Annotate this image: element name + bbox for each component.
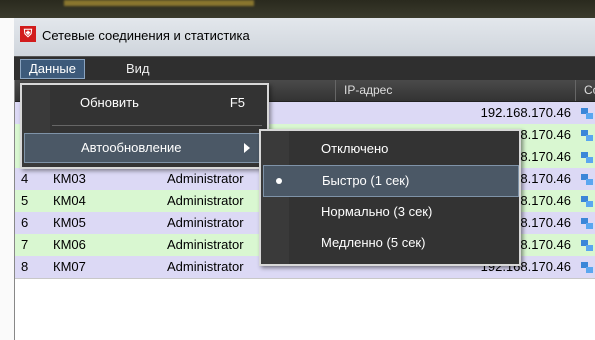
row-number: 4 xyxy=(21,171,29,186)
connection-icon xyxy=(581,218,593,229)
submenu-arrow-icon xyxy=(244,143,250,153)
row-computer-name: КМ06 xyxy=(53,237,86,252)
row-user: Administrator xyxy=(167,215,244,230)
menu-item-refresh-label: Обновить xyxy=(80,95,139,110)
app-icon: ⛨ xyxy=(20,26,36,42)
row-computer-name: КМ07 xyxy=(53,259,86,274)
column-header-connection[interactable]: Со xyxy=(575,80,595,101)
column-header-ip[interactable]: IP-адрес xyxy=(335,80,580,101)
submenu-item-off-label: Отключено xyxy=(321,141,389,156)
submenu-item-fast[interactable]: Быстро (1 сек) xyxy=(263,165,519,197)
menu-view[interactable]: Вид xyxy=(118,59,158,79)
row-number: 8 xyxy=(21,259,29,274)
menu-separator xyxy=(52,125,262,126)
menu-data[interactable]: Данные xyxy=(20,59,85,79)
menu-item-autoupdate-label: Автообновление xyxy=(81,140,182,155)
menu-item-refresh[interactable]: Обновить F5 xyxy=(22,89,267,117)
connection-icon xyxy=(581,240,593,251)
data-menu-dropdown: Обновить F5 Автообновление xyxy=(20,83,269,169)
menubar: Данные Вид xyxy=(14,56,595,81)
submenu-item-fast-label: Быстро (1 сек) xyxy=(322,173,410,188)
connection-icon xyxy=(581,196,593,207)
row-user: Administrator xyxy=(167,193,244,208)
autoupdate-submenu: Отключено Быстро (1 сек) Нормально (3 се… xyxy=(259,129,521,266)
radio-bullet-icon xyxy=(276,178,282,184)
submenu-item-normal-label: Нормально (3 сек) xyxy=(321,204,433,219)
row-user: Administrator xyxy=(167,237,244,252)
row-number: 6 xyxy=(21,215,29,230)
connection-icon xyxy=(581,174,593,185)
row-computer-name: КМ04 xyxy=(53,193,86,208)
row-computer-name: КМ03 xyxy=(53,171,86,186)
submenu-item-off[interactable]: Отключено xyxy=(263,134,517,164)
row-number: 7 xyxy=(21,237,29,252)
window-title: Сетевые соединения и статистика xyxy=(42,28,250,43)
menu-item-refresh-shortcut: F5 xyxy=(229,95,245,110)
background-blur xyxy=(64,0,254,6)
connection-icon xyxy=(581,152,593,163)
row-user: Administrator xyxy=(167,171,244,186)
window-titlebar: ⛨ Сетевые соединения и статистика xyxy=(14,18,595,56)
row-computer-name: КМ05 xyxy=(53,215,86,230)
row-ip-address: 192.168.170.46 xyxy=(480,105,571,120)
row-user: Administrator xyxy=(167,259,244,274)
submenu-item-normal[interactable]: Нормально (3 сек) xyxy=(263,197,517,227)
background-window-strip xyxy=(0,0,595,18)
submenu-item-slow-label: Медленно (5 сек) xyxy=(321,235,426,250)
menu-item-autoupdate[interactable]: Автообновление xyxy=(24,133,265,163)
row-number: 5 xyxy=(21,193,29,208)
connection-icon xyxy=(581,108,593,119)
connection-icon xyxy=(581,262,593,273)
connection-icon xyxy=(581,130,593,141)
submenu-item-slow[interactable]: Медленно (5 сек) xyxy=(263,228,517,258)
